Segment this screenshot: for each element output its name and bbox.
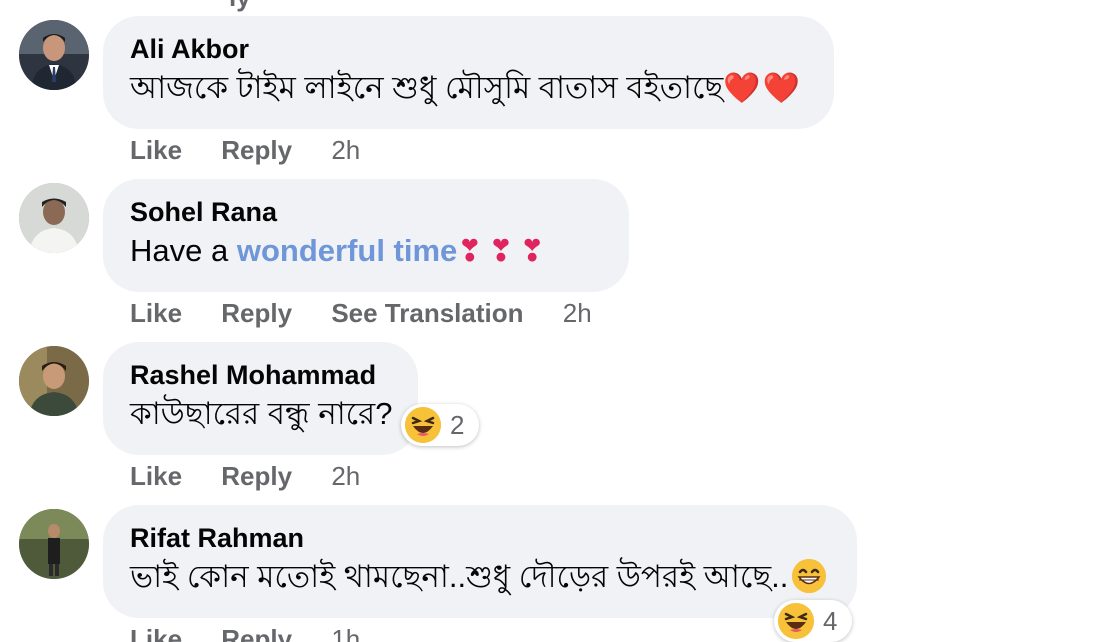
reaction-count: 4 [823, 605, 838, 636]
comment-timestamp[interactable]: 1h [331, 624, 360, 642]
heart-exclamation-emoji-icon: ❣❣❣ [457, 235, 551, 268]
reaction-summary[interactable]: 4 [774, 600, 852, 642]
avatar-image [19, 20, 89, 90]
avatar[interactable] [19, 346, 89, 416]
like-button[interactable]: Like [130, 298, 182, 329]
reaction-count: 2 [450, 409, 465, 440]
like-button[interactable]: Like [130, 624, 182, 642]
comment-timestamp[interactable]: 2h [563, 298, 592, 329]
avatar-image [19, 509, 89, 579]
laughing-emoji-icon [778, 603, 814, 639]
reply-button[interactable]: Reply [221, 461, 292, 492]
comment-actions: Like Reply 2h [130, 461, 392, 492]
comment-text: ভাই কোন মতোই থামছেনা..শুধু দৌড়ের উপরই আ… [130, 556, 830, 598]
see-translation-button[interactable]: See Translation [331, 298, 523, 329]
comment-author[interactable]: Ali Akbor [130, 32, 807, 66]
grinning-emoji-icon [792, 559, 827, 593]
comment-timestamp[interactable]: 2h [331, 461, 360, 492]
comment-actions: Like Reply See Translation 2h [130, 298, 624, 329]
comment-text: Have a wonderful time❣❣❣ [130, 230, 602, 273]
laughing-emoji-icon [405, 407, 441, 443]
avatar[interactable] [19, 509, 89, 579]
comment-bubble: Sohel Rana Have a wonderful time❣❣❣ [103, 179, 629, 292]
comment-text: কাউছারের বন্ধু নারে? [130, 396, 393, 431]
reply-button[interactable]: Reply [221, 135, 292, 166]
heart-emoji-icon: ❤️❤️ [723, 72, 802, 105]
reaction-summary[interactable]: 2 [401, 404, 479, 446]
like-button[interactable]: Like [130, 135, 182, 166]
comment-bubble: Rashel Mohammad কাউছারের বন্ধু নারে? [103, 342, 418, 455]
comment-bubble: Ali Akbor আজকে টাইম লাইনে শুধু মৌসুমি বা… [103, 16, 834, 129]
avatar-image [19, 346, 89, 416]
comment-author[interactable]: Rifat Rahman [130, 521, 830, 555]
partial-action-text: ly [229, 0, 251, 13]
comment-timestamp[interactable]: 2h [331, 135, 360, 166]
comment-text: আজকে টাইম লাইনে শুধু মৌসুমি বাতাস বইতাছে… [130, 67, 807, 110]
comment-author[interactable]: Sohel Rana [130, 195, 602, 229]
reply-button[interactable]: Reply [221, 298, 292, 329]
avatar[interactable] [19, 20, 89, 90]
comment-actions: Like Reply 2h [130, 135, 392, 166]
comments-page: ly Ali Akbor আজকে টাইম লাইনে শুধু মৌসুমি… [0, 0, 1112, 642]
comment-text-body: ভাই কোন মতোই থামছেনা..শুধু দৌড়ের উপরই আ… [130, 559, 789, 594]
comment-author[interactable]: Rashel Mohammad [130, 358, 391, 392]
comment-text-prefix: Have a [130, 233, 237, 268]
like-button[interactable]: Like [130, 461, 182, 492]
avatar-image [19, 183, 89, 253]
comment-bubble: Rifat Rahman ভাই কোন মতোই থামছেনা..শুধু … [103, 505, 857, 618]
reply-button[interactable]: Reply [221, 624, 292, 642]
avatar[interactable] [19, 183, 89, 253]
comment-text-link[interactable]: wonderful time [237, 233, 457, 268]
comment-actions: Like Reply 1h [130, 624, 392, 642]
comment-text-body: আজকে টাইম লাইনে শুধু মৌসুমি বাতাস বইতাছে [130, 70, 724, 105]
